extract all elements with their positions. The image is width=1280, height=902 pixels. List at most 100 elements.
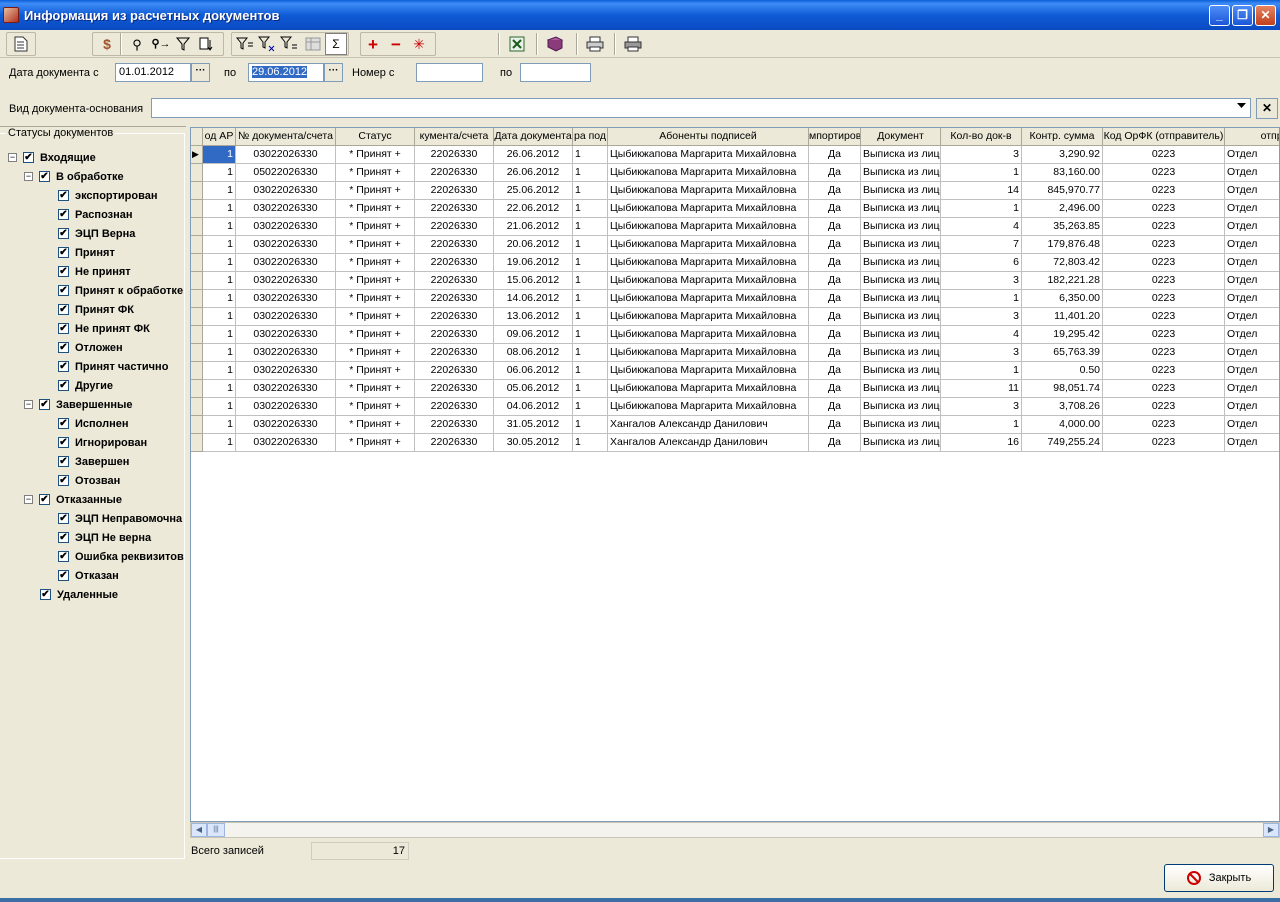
find-next-icon[interactable]: ⚲→ [150, 33, 172, 55]
doc-type-select[interactable] [151, 98, 1251, 118]
tree-node[interactable]: ✔ Не принят ФК [58, 319, 150, 338]
date-to-picker-button[interactable]: ··· [324, 63, 343, 82]
tree-checkbox[interactable]: ✔ [58, 323, 69, 334]
table-row[interactable]: 1 03022026330 * Принят +22026330 31.05.2012… [191, 416, 1279, 434]
book-icon[interactable] [544, 33, 566, 55]
tree-node[interactable]: ✔ Не принят [58, 262, 131, 281]
column-header[interactable]: № документа/счета [236, 128, 336, 146]
tree-checkbox[interactable]: ✔ [58, 551, 69, 562]
column-header[interactable]: Статус [336, 128, 415, 146]
table-row[interactable]: 1 03022026330 * Принят +22026330 09.06.2012… [191, 326, 1279, 344]
tree-checkbox[interactable]: ✔ [58, 437, 69, 448]
tree-checkbox[interactable]: ✔ [58, 418, 69, 429]
table-row[interactable]: 1 03022026330 * Принят +22026330 06.06.2012… [191, 362, 1279, 380]
tree-checkbox[interactable]: ✔ [58, 570, 69, 581]
tree-checkbox[interactable]: ✔ [58, 342, 69, 353]
tree-node[interactable]: ✔ Ошибка реквизитов [58, 547, 184, 566]
close-window-button[interactable]: ✕ [1255, 5, 1276, 26]
date-from-input[interactable]: 01.01.2012 [115, 63, 191, 82]
tree-node[interactable]: ✔ Отозван [58, 471, 120, 490]
tree-node[interactable]: ✔ Отказан [58, 566, 119, 585]
tree-checkbox[interactable]: ✔ [39, 171, 50, 182]
tree-checkbox[interactable]: ✔ [58, 266, 69, 277]
tree-expander-icon[interactable]: − [24, 495, 33, 504]
table-row[interactable]: 1 03022026330 * Принят +22026330 20.06.2012… [191, 236, 1279, 254]
column-header[interactable]: отпра [1225, 128, 1279, 146]
tree-checkbox[interactable]: ✔ [58, 475, 69, 486]
row-indicator[interactable] [191, 200, 203, 218]
tree-expander-icon[interactable]: − [24, 400, 33, 409]
tree-node[interactable]: ✔ Другие [58, 376, 113, 395]
table-row[interactable]: 1 03022026330 * Принят +22026330 05.06.2012… [191, 380, 1279, 398]
row-indicator[interactable]: ▶ [191, 146, 203, 164]
table-row[interactable]: 1 03022026330 * Принят +22026330 19.06.2012… [191, 254, 1279, 272]
column-header[interactable]: од АР [203, 128, 236, 146]
copy-filter-icon[interactable] [196, 33, 218, 55]
number-to-input[interactable] [520, 63, 591, 82]
restore-button[interactable]: ❐ [1232, 5, 1253, 26]
tree-node[interactable]: ✔ Исполнен [58, 414, 129, 433]
row-indicator[interactable] [191, 236, 203, 254]
tree-node[interactable]: ✔ Завершен [58, 452, 129, 471]
table-row[interactable]: 1 03022026330 * Принят +22026330 13.06.2012… [191, 308, 1279, 326]
row-indicator[interactable] [191, 434, 203, 452]
print-icon[interactable] [584, 33, 606, 55]
tree-expander-icon[interactable]: − [8, 153, 17, 162]
document-icon[interactable] [10, 33, 32, 55]
row-indicator[interactable] [191, 362, 203, 380]
tree-node[interactable]: ✔ Принят к обработке [58, 281, 183, 300]
tree-checkbox[interactable]: ✔ [58, 247, 69, 258]
print-preview-icon[interactable] [622, 33, 644, 55]
close-button[interactable]: Закрыть [1164, 864, 1274, 892]
scroll-right-button[interactable]: ▶ [1263, 823, 1279, 837]
sum-icon[interactable]: Σ [325, 33, 347, 55]
date-from-picker-button[interactable]: ··· [191, 63, 210, 82]
row-indicator[interactable] [191, 290, 203, 308]
row-indicator[interactable] [191, 272, 203, 290]
table-row[interactable]: 1 03022026330 * Принят +22026330 15.06.2012… [191, 272, 1279, 290]
tree-node[interactable]: ✔ Принят [58, 243, 115, 262]
column-header[interactable]: ра под [573, 128, 608, 146]
column-header[interactable]: кумента/счета [415, 128, 494, 146]
scroll-left-button[interactable]: ◀ [191, 823, 207, 837]
tree-checkbox[interactable]: ✔ [58, 190, 69, 201]
column-header[interactable]: Кол-во док-в [941, 128, 1022, 146]
row-indicator[interactable] [191, 398, 203, 416]
row-indicator[interactable] [191, 380, 203, 398]
tree-node[interactable]: − ✔ В обработке [24, 167, 124, 186]
tree-checkbox[interactable]: ✔ [39, 399, 50, 410]
tree-node[interactable]: ✔ ЭЦП Неправомочна [58, 509, 182, 528]
row-indicator[interactable] [191, 326, 203, 344]
tree-expander-icon[interactable]: − [24, 172, 33, 181]
tree-node[interactable]: ✔ ЭЦП Верна [58, 224, 135, 243]
tree-checkbox[interactable]: ✔ [58, 361, 69, 372]
filter-y-icon[interactable] [278, 33, 300, 55]
tree-checkbox[interactable]: ✔ [58, 513, 69, 524]
filter-equals-icon[interactable] [234, 33, 256, 55]
tree-checkbox[interactable]: ✔ [58, 209, 69, 220]
row-indicator[interactable] [191, 254, 203, 272]
table-row[interactable]: 1 03022026330 * Принят +22026330 22.06.2012… [191, 200, 1279, 218]
tree-checkbox[interactable]: ✔ [39, 494, 50, 505]
row-indicator[interactable] [191, 218, 203, 236]
number-from-input[interactable] [416, 63, 483, 82]
tree-checkbox[interactable]: ✔ [23, 152, 34, 163]
tree-node[interactable]: ✔ Принят частично [58, 357, 168, 376]
column-header[interactable]: Контр. сумма [1022, 128, 1103, 146]
remove-icon[interactable]: − [385, 33, 407, 55]
binoculars-icon[interactable]: ⚲ [126, 33, 148, 55]
asterisk-icon[interactable]: ✳ [408, 33, 430, 55]
table-row[interactable]: 1 03022026330 * Принят +22026330 04.06.2012… [191, 398, 1279, 416]
table-row[interactable]: 1 03022026330 * Принят +22026330 21.06.2012… [191, 218, 1279, 236]
excel-icon[interactable] [506, 33, 528, 55]
tree-node[interactable]: ✔ экспортирован [58, 186, 157, 205]
tree-node[interactable]: ✔ ЭЦП Не верна [58, 528, 151, 547]
doc-type-dropdown-button[interactable] [1233, 99, 1250, 117]
tree-node[interactable]: − ✔ Отказанные [24, 490, 122, 509]
tree-node[interactable]: ✔ Удаленные [40, 585, 118, 604]
tree-checkbox[interactable]: ✔ [58, 228, 69, 239]
table-row[interactable]: 1 03022026330 * Принят +22026330 08.06.2012… [191, 344, 1279, 362]
minimize-button[interactable]: _ [1209, 5, 1230, 26]
tree-node[interactable]: ✔ Отложен [58, 338, 123, 357]
filter-x-icon[interactable] [256, 33, 278, 55]
